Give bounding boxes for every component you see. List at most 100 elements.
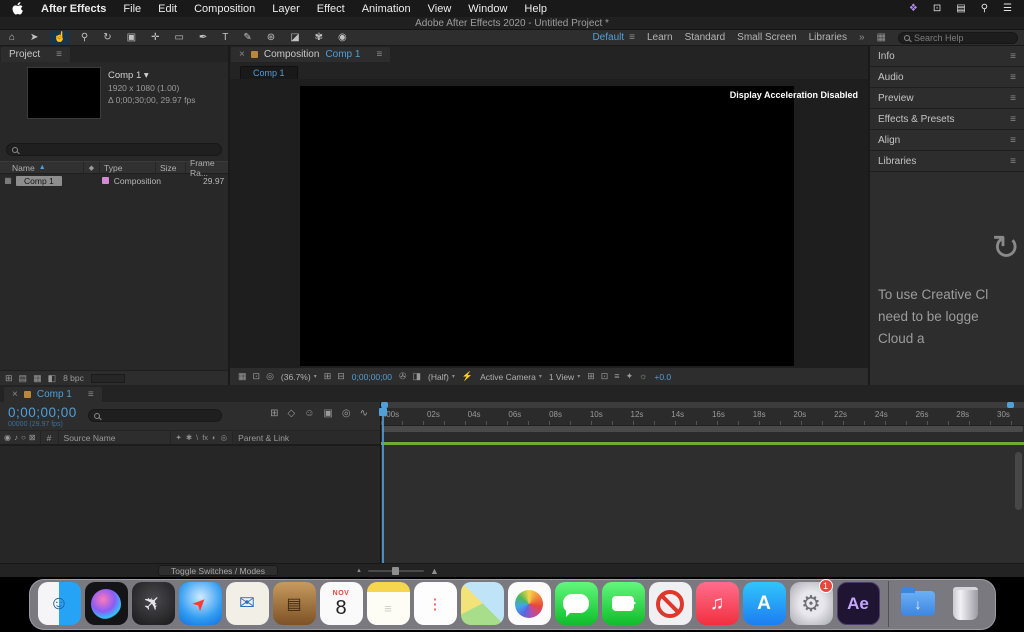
monitor-icon[interactable]: ⊡ <box>253 371 261 382</box>
menu-item[interactable]: File <box>123 3 141 15</box>
launchpad[interactable]: ✈ <box>131 581 176 626</box>
row-name[interactable]: Comp 1 <box>16 175 62 186</box>
selection-tool[interactable]: ➤ <box>27 31 41 45</box>
system-preferences[interactable]: ⚙ 1 <box>789 579 834 626</box>
region-of-interest-icon[interactable]: ⊟ <box>337 371 345 382</box>
tab-project[interactable]: Project ≡ <box>1 47 70 62</box>
camera-dropdown[interactable]: Active Camera ▾ <box>480 372 542 382</box>
tab-timeline-comp1[interactable]: × Comp 1 ≡ <box>4 387 102 402</box>
menubar-notification-center-icon[interactable]: ☰ <box>1003 3 1012 14</box>
close-icon[interactable]: × <box>12 389 18 400</box>
frame-blend-switch-icon[interactable]: \ <box>196 433 198 442</box>
column-name[interactable]: Name ▲ <box>0 162 84 173</box>
magnification-dropdown[interactable]: (36.7%) ▾ <box>281 372 317 382</box>
messages[interactable] <box>554 581 599 626</box>
menu-item[interactable]: Animation <box>362 3 411 15</box>
zoom-out-icon[interactable]: ▲ <box>356 568 362 574</box>
help-search-input[interactable] <box>914 32 1024 43</box>
workspace-menu-icon[interactable]: ≡ <box>629 32 635 43</box>
project-search[interactable] <box>6 143 222 156</box>
new-folder-icon[interactable]: ▤ <box>19 373 28 384</box>
frame-blending-icon[interactable]: ▣ <box>323 408 332 419</box>
interpret-footage-icon[interactable]: ⊞ <box>5 373 13 384</box>
brush-tool[interactable]: ✎ <box>240 31 254 45</box>
menubar-display-icon[interactable]: ⊡ <box>933 3 941 14</box>
fast-previews-icon[interactable]: ⚡ <box>462 371 473 382</box>
share-view-icon[interactable]: ⊞ <box>587 371 595 382</box>
resolution-dropdown[interactable]: (Half) ▾ <box>428 372 455 382</box>
photos[interactable] <box>507 581 552 626</box>
menu-item[interactable]: Window <box>468 3 507 15</box>
safari[interactable]: ➤ <box>178 581 223 626</box>
pen-tool[interactable]: ✒ <box>196 31 210 45</box>
transparency-grid-icon[interactable]: ▦ <box>238 371 247 382</box>
column-frame-rate[interactable]: Frame Ra... <box>186 158 228 178</box>
panel-menu-icon[interactable]: ≡ <box>1010 51 1016 62</box>
apple-menu[interactable] <box>12 2 23 15</box>
panel-menu-icon[interactable]: ≡ <box>1010 135 1016 146</box>
column-label[interactable]: ◆ <box>84 162 100 173</box>
tab-composition[interactable]: × Composition Comp 1 ≡ <box>231 47 391 62</box>
track-area-empty[interactable] <box>381 445 1024 563</box>
mail[interactable]: ✉ <box>225 581 270 626</box>
mask-paths-icon[interactable]: ◎ <box>266 371 274 382</box>
project-item-title[interactable]: Comp 1 ▾ <box>108 70 195 82</box>
menu-item[interactable]: Edit <box>158 3 177 15</box>
project-flowchart-button[interactable] <box>90 373 125 383</box>
music[interactable]: ♫ <box>695 581 740 626</box>
reminders[interactable]: ⋮ <box>413 581 458 626</box>
dock-separator[interactable] <box>883 580 894 627</box>
panel-menu-icon[interactable]: ≡ <box>1010 156 1016 167</box>
orbit-camera-tool[interactable]: ↻ <box>100 31 114 45</box>
menu-item[interactable]: Composition <box>194 3 255 15</box>
audio-icon[interactable]: ♪ <box>14 433 18 442</box>
timeline-search[interactable] <box>88 409 222 422</box>
panel-menu-icon[interactable]: ≡ <box>1010 114 1016 125</box>
viewer-tab-comp1[interactable]: Comp 1 <box>240 66 298 79</box>
panel-tab-libraries[interactable]: Libraries ≡ <box>870 151 1024 172</box>
timeline-button-icon[interactable]: ≡ <box>614 371 619 382</box>
view-layout-dropdown[interactable]: 1 View ▾ <box>549 372 580 382</box>
composition-viewer[interactable]: Display Acceleration Disabled <box>230 79 868 367</box>
composition-frame[interactable] <box>300 86 794 366</box>
exposure-gear-icon[interactable]: ☼ <box>639 371 647 382</box>
notes[interactable]: ≡ <box>366 581 411 626</box>
panel-tab-effects-presets[interactable]: Effects & Presets ≡ <box>870 109 1024 130</box>
pan-behind-tool[interactable]: ✛ <box>148 31 162 45</box>
siri[interactable] <box>84 581 129 626</box>
new-composition-icon[interactable]: ▦ <box>33 373 42 384</box>
effects-fx-icon[interactable]: fx <box>202 433 208 442</box>
workspace-item[interactable]: Learn <box>647 32 673 43</box>
puppet-pin-tool[interactable]: ◉ <box>335 31 350 45</box>
snapshot-icon[interactable]: ✇ <box>399 371 407 382</box>
quality-icon[interactable]: ✦ <box>176 433 182 442</box>
window-title-bar[interactable]: Adobe After Effects 2020 - Untitled Proj… <box>0 17 1024 30</box>
workspace-item[interactable]: Libraries <box>809 32 847 43</box>
calendar[interactable]: NOV 8 <box>319 581 364 626</box>
panel-menu-icon[interactable]: ≡ <box>1010 72 1016 83</box>
draft-3d-icon[interactable]: ◇ <box>288 408 296 419</box>
zoom-tool[interactable]: ⚲ <box>78 31 91 45</box>
panel-tab-align[interactable]: Align ≡ <box>870 130 1024 151</box>
panel-tab-audio[interactable]: Audio ≡ <box>870 67 1024 88</box>
menubar-chat-icon[interactable]: ❖ <box>909 3 918 14</box>
viewer-timecode[interactable]: 0;00;00;00 <box>352 372 392 382</box>
close-icon[interactable]: × <box>239 49 245 60</box>
exposure-value[interactable]: +0.0 <box>654 372 671 382</box>
show-snapshot-icon[interactable]: ◨ <box>413 371 422 382</box>
pixel-aspect-icon[interactable]: ⊡ <box>601 371 609 382</box>
panel-menu-icon[interactable]: ≡ <box>1010 93 1016 104</box>
workspace-item[interactable]: Standard <box>685 32 726 43</box>
panel-menu-icon[interactable]: ≡ <box>88 389 94 400</box>
eraser-tool[interactable]: ◪ <box>287 31 302 45</box>
workspace-overflow-icon[interactable]: » <box>859 32 865 43</box>
solo-icon[interactable]: ○ <box>21 433 26 442</box>
workspace-default[interactable]: Default ≡ <box>592 32 635 43</box>
home-tool[interactable]: ⌂ <box>6 31 18 45</box>
contacts[interactable]: ▤ <box>272 581 317 626</box>
menu-item[interactable]: After Effects <box>41 3 106 15</box>
finder[interactable]: ☺ <box>37 581 82 626</box>
roto-brush-tool[interactable]: ✾ <box>312 31 326 45</box>
graph-editor-icon[interactable]: ∿ <box>360 408 368 419</box>
trash[interactable] <box>943 581 988 626</box>
